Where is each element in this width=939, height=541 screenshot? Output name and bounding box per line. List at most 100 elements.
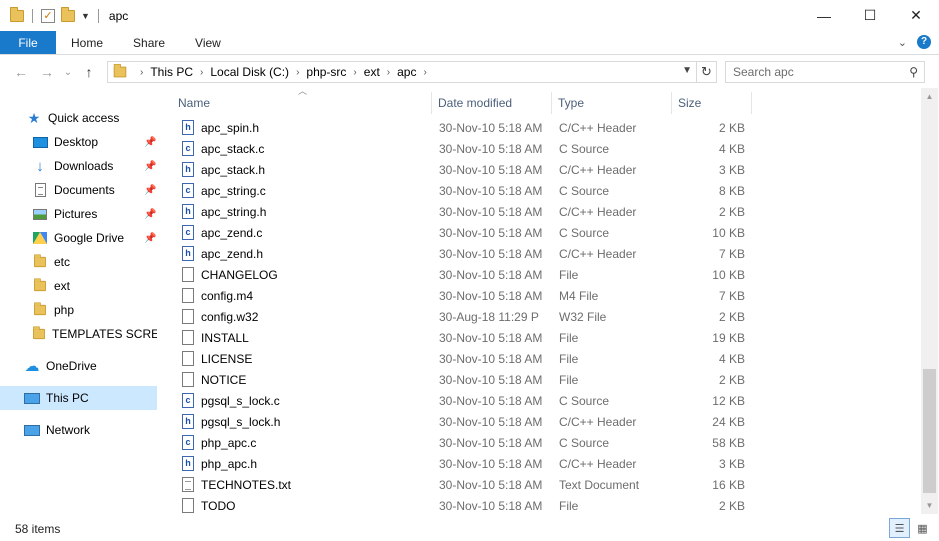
search-input[interactable] bbox=[733, 65, 898, 79]
large-icons-view-button[interactable]: ▦ bbox=[912, 518, 933, 538]
chevron-right-icon[interactable]: › bbox=[353, 67, 356, 78]
file-name-cell[interactable]: h apc_zend.h bbox=[172, 243, 432, 264]
back-button[interactable]: ← bbox=[8, 64, 34, 80]
table-row[interactable]: c pgsql_s_lock.c 30-Nov-10 5:18 AM C Source… bbox=[172, 390, 752, 411]
chevron-right-icon[interactable]: › bbox=[296, 67, 299, 78]
chevron-right-icon[interactable]: › bbox=[200, 67, 203, 78]
address-bar[interactable]: › This PC › Local Disk (C:) › php-src › … bbox=[107, 61, 697, 83]
sidebar-item-this-pc[interactable]: This PC bbox=[0, 386, 157, 410]
vertical-scrollbar[interactable]: ▲ ▼ bbox=[921, 88, 938, 514]
forward-button[interactable]: → bbox=[34, 64, 60, 80]
table-row[interactable]: c apc_zend.c 30-Nov-10 5:18 AM C Source 10 K… bbox=[172, 222, 752, 243]
pin-icon[interactable]: 📌 bbox=[144, 209, 156, 220]
table-row[interactable]: h pgsql_s_lock.h 30-Nov-10 5:18 AM C/C++ He… bbox=[172, 411, 752, 432]
up-button[interactable]: ↑ bbox=[76, 64, 102, 80]
file-name-cell[interactable]: TODO bbox=[172, 495, 432, 516]
table-row[interactable]: h apc_spin.h 30-Nov-10 5:18 AM C/C++ Header… bbox=[172, 117, 752, 138]
file-name-cell[interactable]: c pgsql_s_lock.c bbox=[172, 390, 432, 411]
sidebar-item-php[interactable]: php bbox=[0, 298, 157, 322]
column-header-date[interactable]: Date modified bbox=[432, 92, 552, 114]
sidebar-item-network[interactable]: Network bbox=[0, 418, 157, 442]
table-row[interactable]: TODO 30-Nov-10 5:18 AM File 2 KB bbox=[172, 495, 752, 516]
table-row[interactable]: c php_apc.c 30-Nov-10 5:18 AM C Source 58 KB bbox=[172, 432, 752, 453]
table-row[interactable]: TECHNOTES.txt 30-Nov-10 5:18 AM Text Docum… bbox=[172, 474, 752, 495]
recent-locations-button[interactable]: ⌄ bbox=[60, 67, 76, 78]
quick-access-toolbar: ✓ ▼ bbox=[0, 6, 101, 23]
tab-home[interactable]: Home bbox=[56, 31, 118, 54]
sidebar-item-downloads[interactable]: ↓ Downloads 📌 bbox=[0, 154, 157, 178]
table-row[interactable]: config.w32 30-Aug-18 11:29 P W32 File 2 KB bbox=[172, 306, 752, 327]
scroll-down-icon[interactable]: ▼ bbox=[921, 497, 938, 514]
table-row[interactable]: LICENSE 30-Nov-10 5:18 AM File 4 KB bbox=[172, 348, 752, 369]
table-row[interactable]: NOTICE 30-Nov-10 5:18 AM File 2 KB bbox=[172, 369, 752, 390]
sidebar-item-quick-access[interactable]: ★ Quick access bbox=[0, 106, 157, 130]
details-view-button[interactable]: ☰ bbox=[889, 518, 910, 538]
sidebar-item-ext[interactable]: ext bbox=[0, 274, 157, 298]
chevron-right-icon[interactable]: › bbox=[423, 67, 426, 78]
file-name-cell[interactable]: TECHNOTES.txt bbox=[172, 474, 432, 495]
expand-ribbon-icon[interactable]: ⌄ bbox=[898, 36, 907, 49]
table-row[interactable]: h apc_stack.h 30-Nov-10 5:18 AM C/C++ Heade… bbox=[172, 159, 752, 180]
scroll-thumb[interactable] bbox=[923, 369, 936, 493]
help-icon[interactable]: ? bbox=[917, 35, 931, 49]
tab-file[interactable]: File bbox=[0, 31, 56, 54]
sidebar-item-pictures[interactable]: Pictures 📌 bbox=[0, 202, 157, 226]
file-name-cell[interactable]: config.m4 bbox=[172, 285, 432, 306]
tab-view[interactable]: View bbox=[180, 31, 236, 54]
new-folder-icon[interactable] bbox=[61, 6, 75, 22]
file-name-cell[interactable]: CHANGELOG bbox=[172, 264, 432, 285]
table-row[interactable]: h php_apc.h 30-Nov-10 5:18 AM C/C++ Header 3… bbox=[172, 453, 752, 474]
breadcrumb-ext[interactable]: ext bbox=[364, 65, 380, 79]
pin-icon[interactable]: 📌 bbox=[144, 185, 156, 196]
table-row[interactable]: c apc_stack.c 30-Nov-10 5:18 AM C Source 4 K… bbox=[172, 138, 752, 159]
file-name-cell[interactable]: INSTALL bbox=[172, 327, 432, 348]
column-header-name[interactable]: Name bbox=[172, 92, 432, 114]
file-name-cell[interactable]: c apc_stack.c bbox=[172, 138, 432, 159]
table-row[interactable]: INSTALL 30-Nov-10 5:18 AM File 19 KB bbox=[172, 327, 752, 348]
close-button[interactable]: ✕ bbox=[893, 0, 939, 31]
column-header-size[interactable]: Size bbox=[672, 92, 752, 114]
search-icon[interactable]: ⚲ bbox=[909, 65, 918, 79]
refresh-button[interactable]: ↻ bbox=[697, 61, 717, 83]
file-name-cell[interactable]: h apc_spin.h bbox=[172, 117, 432, 138]
pin-icon[interactable]: 📌 bbox=[144, 161, 156, 172]
sidebar-item-templates[interactable]: TEMPLATES SCREEN bbox=[0, 322, 157, 346]
sidebar-item-desktop[interactable]: Desktop 📌 bbox=[0, 130, 157, 154]
sidebar-item-onedrive[interactable]: ☁ OneDrive bbox=[0, 354, 157, 378]
scroll-up-icon[interactable]: ▲ bbox=[921, 88, 938, 105]
column-header-type[interactable]: Type bbox=[552, 92, 672, 114]
file-name-cell[interactable]: h apc_string.h bbox=[172, 201, 432, 222]
file-name-cell[interactable]: h apc_stack.h bbox=[172, 159, 432, 180]
file-name-cell[interactable]: c apc_zend.c bbox=[172, 222, 432, 243]
chevron-right-icon[interactable]: › bbox=[140, 67, 143, 78]
breadcrumb-local-disk[interactable]: Local Disk (C:) bbox=[210, 65, 289, 79]
sidebar-item-google-drive[interactable]: Google Drive 📌 bbox=[0, 226, 157, 250]
file-name-cell[interactable]: config.w32 bbox=[172, 306, 432, 327]
maximize-button[interactable]: ☐ bbox=[847, 0, 893, 31]
breadcrumb-apc[interactable]: apc bbox=[397, 65, 416, 79]
chevron-right-icon[interactable]: › bbox=[387, 67, 390, 78]
table-row[interactable]: CHANGELOG 30-Nov-10 5:18 AM File 10 KB bbox=[172, 264, 752, 285]
file-name-cell[interactable]: NOTICE bbox=[172, 369, 432, 390]
customize-toolbar-icon[interactable]: ▼ bbox=[81, 11, 90, 21]
table-row[interactable]: h apc_string.h 30-Nov-10 5:18 AM C/C++ Head… bbox=[172, 201, 752, 222]
file-name-cell[interactable]: h php_apc.h bbox=[172, 453, 432, 474]
chevron-down-icon[interactable]: ▼ bbox=[682, 65, 692, 76]
file-name-cell[interactable]: LICENSE bbox=[172, 348, 432, 369]
breadcrumb-this-pc[interactable]: This PC bbox=[150, 65, 193, 79]
table-row[interactable]: c apc_string.c 30-Nov-10 5:18 AM C Source 8 … bbox=[172, 180, 752, 201]
minimize-button[interactable]: — bbox=[801, 0, 847, 31]
sidebar-item-etc[interactable]: etc bbox=[0, 250, 157, 274]
pin-icon[interactable]: 📌 bbox=[144, 233, 156, 244]
table-row[interactable]: config.m4 30-Nov-10 5:18 AM M4 File 7 KB bbox=[172, 285, 752, 306]
pin-icon[interactable]: 📌 bbox=[144, 137, 156, 148]
file-name-cell[interactable]: h pgsql_s_lock.h bbox=[172, 411, 432, 432]
file-name-cell[interactable]: c php_apc.c bbox=[172, 432, 432, 453]
file-name-cell[interactable]: c apc_string.c bbox=[172, 180, 432, 201]
sidebar-item-documents[interactable]: Documents 📌 bbox=[0, 178, 157, 202]
table-row[interactable]: h apc_zend.h 30-Nov-10 5:18 AM C/C++ Header… bbox=[172, 243, 752, 264]
properties-icon[interactable]: ✓ bbox=[41, 8, 55, 23]
folder-icon[interactable] bbox=[10, 6, 24, 22]
tab-share[interactable]: Share bbox=[118, 31, 180, 54]
breadcrumb-php-src[interactable]: php-src bbox=[306, 65, 346, 79]
